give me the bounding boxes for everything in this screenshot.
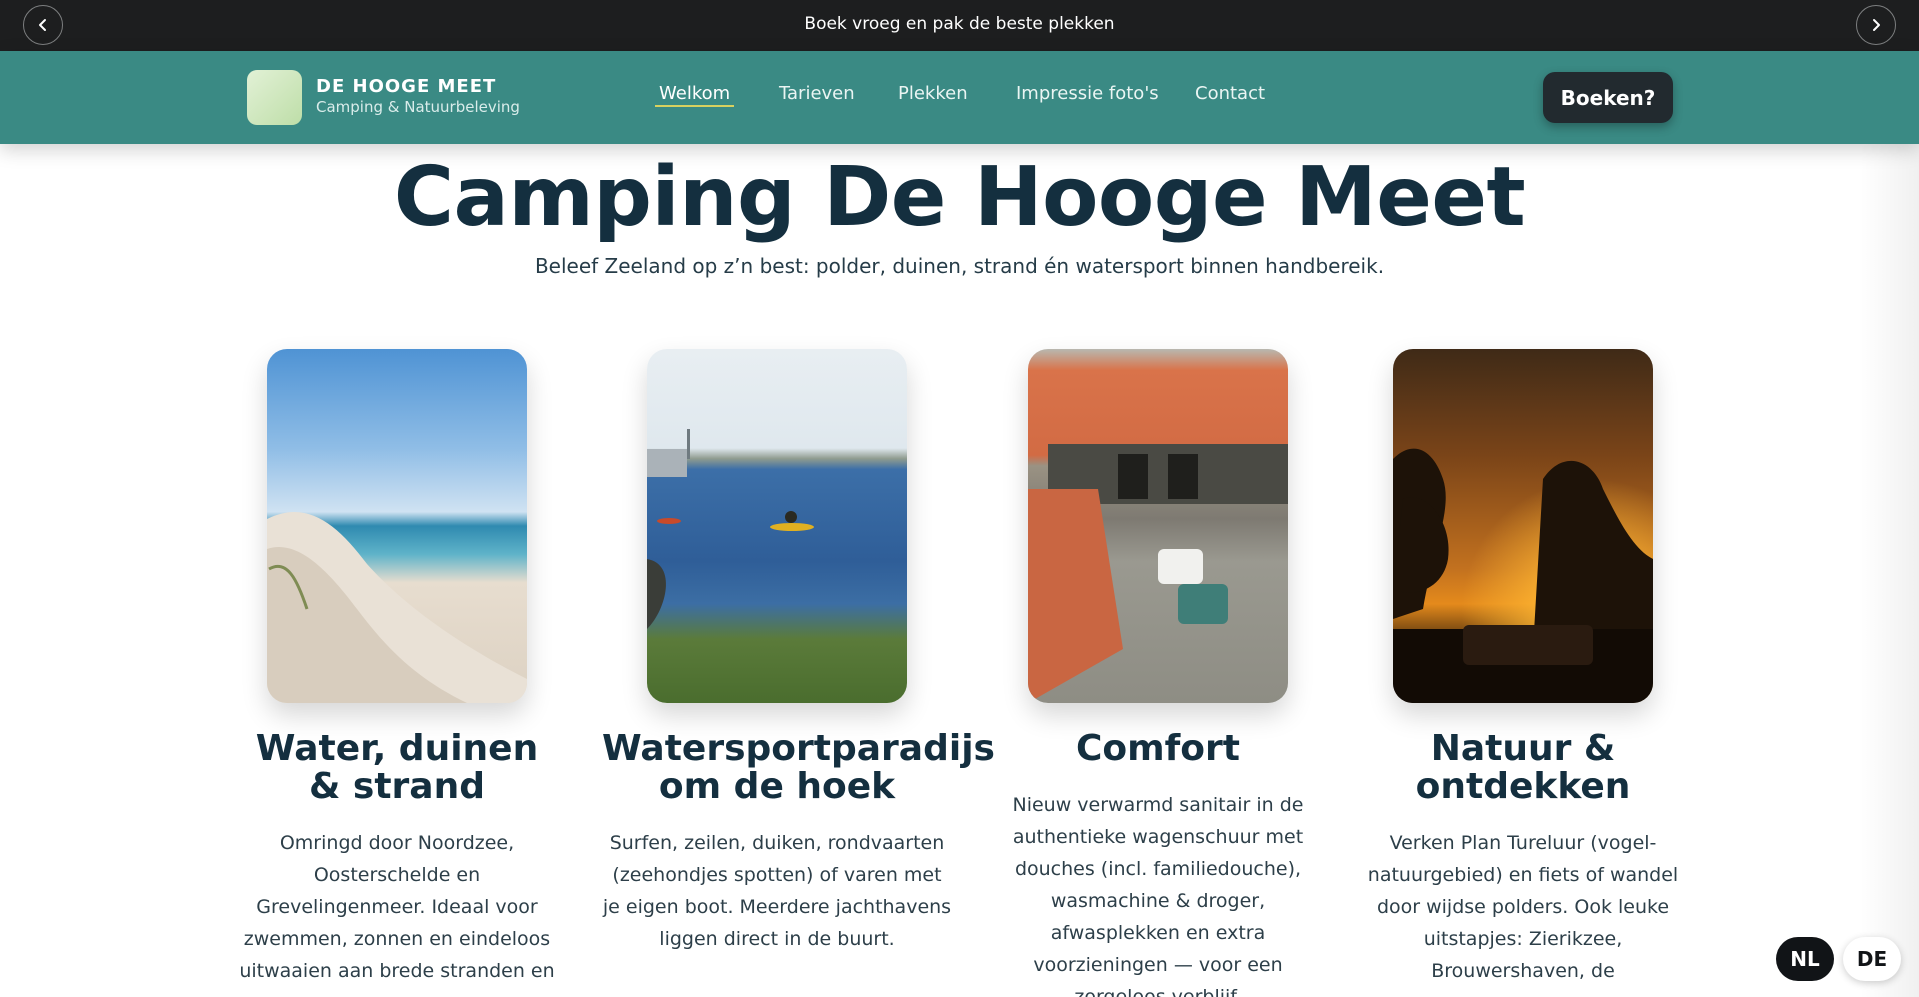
- announcement-text: Boek vroeg en pak de beste plekken: [804, 14, 1115, 34]
- feature-text-comfort: Nieuw verwarmd sanitair in de authentiek…: [1012, 794, 1304, 997]
- chevron-right-icon: [1873, 19, 1880, 31]
- announcement-bar: Boek vroeg en pak de beste plekken: [0, 0, 1919, 51]
- feature-image-beach: [267, 349, 527, 703]
- nav-item-welkom[interactable]: Welkom: [659, 83, 730, 104]
- feature-text-beach: Omringd door Noordzee, Oosterschelde en …: [239, 832, 555, 982]
- nav-item-contact[interactable]: Contact: [1195, 83, 1265, 104]
- feature-title-comfort: Comfort: [1075, 728, 1241, 769]
- site-header: DE HOOGE MEET Camping & Natuurbeleving W…: [0, 51, 1919, 144]
- book-button[interactable]: Boeken?: [1543, 72, 1673, 123]
- feature-title-watersport: Watersportparadijs om de hoek: [602, 728, 995, 807]
- feature-title-beach: Water, duinen & strand: [255, 728, 539, 807]
- logo[interactable]: [247, 70, 302, 125]
- page-title: Camping De Hooge Meet: [393, 150, 1526, 245]
- nav-item-plekken[interactable]: Plekken: [898, 83, 968, 104]
- language-nl-button[interactable]: NL: [1776, 937, 1834, 981]
- brand-name[interactable]: DE HOOGE MEET: [316, 76, 496, 97]
- feature-image-watersport: [647, 349, 907, 703]
- kayak-illustration: [647, 429, 814, 629]
- dune-illustration: [267, 511, 527, 703]
- feature-text-nature: Verken Plan Tureluur (vogel-natuurgebied…: [1367, 832, 1679, 982]
- active-nav-underline: [655, 105, 734, 107]
- language-de-button[interactable]: DE: [1843, 937, 1901, 981]
- barn-illustration: [1028, 444, 1288, 703]
- feature-image-nature: [1393, 349, 1653, 703]
- brand-tagline: Camping & Natuurbeleving: [316, 98, 520, 116]
- announcement-next-button[interactable]: [1856, 5, 1896, 45]
- nav-item-impressie-fotos[interactable]: Impressie foto's: [1016, 83, 1159, 104]
- feature-image-comfort: [1028, 349, 1288, 703]
- nav-item-tarieven[interactable]: Tarieven: [779, 83, 855, 104]
- feature-title-nature: Natuur & ontdekken: [1415, 728, 1631, 807]
- page-subtitle: Beleef Zeeland op z’n best: polder, duin…: [534, 254, 1385, 278]
- sunset-trees-illustration: [1393, 448, 1653, 703]
- feature-text-watersport: Surfen, zeilen, duiken, rondvaarten (zee…: [602, 832, 952, 950]
